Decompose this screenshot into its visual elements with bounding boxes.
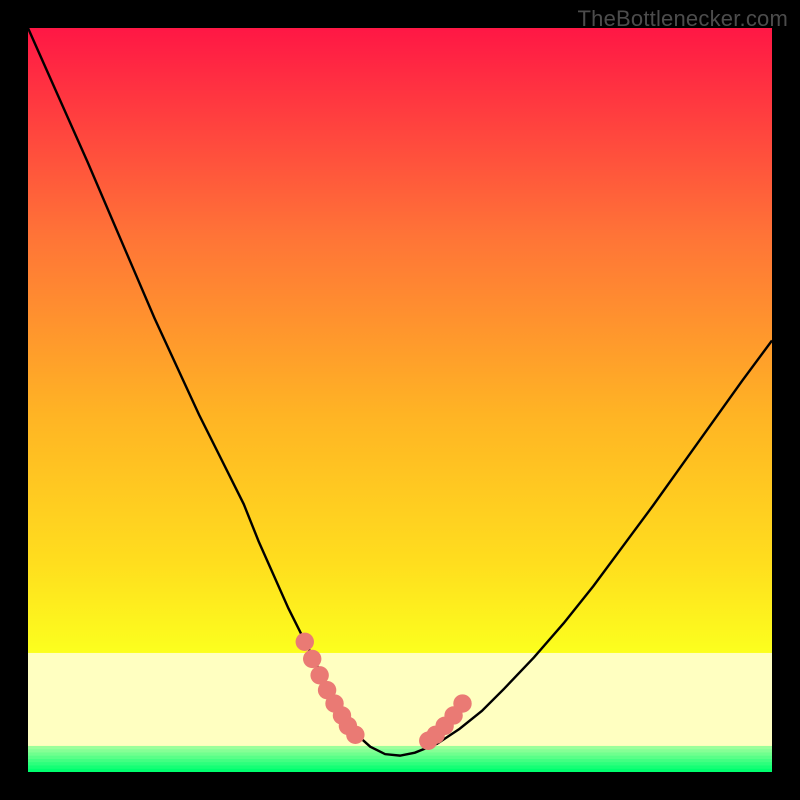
curve-marker [346,726,364,744]
curve-marker [303,650,321,668]
plot-area [28,28,772,772]
curve-marker [296,633,314,651]
chart-outer-frame: TheBottlenecker.com [0,0,800,800]
bottleneck-chart-svg [28,28,772,772]
watermark-text: TheBottlenecker.com [578,6,788,32]
pale-yellow-band [28,653,772,746]
curve-marker [453,694,471,712]
green-band [28,746,772,772]
